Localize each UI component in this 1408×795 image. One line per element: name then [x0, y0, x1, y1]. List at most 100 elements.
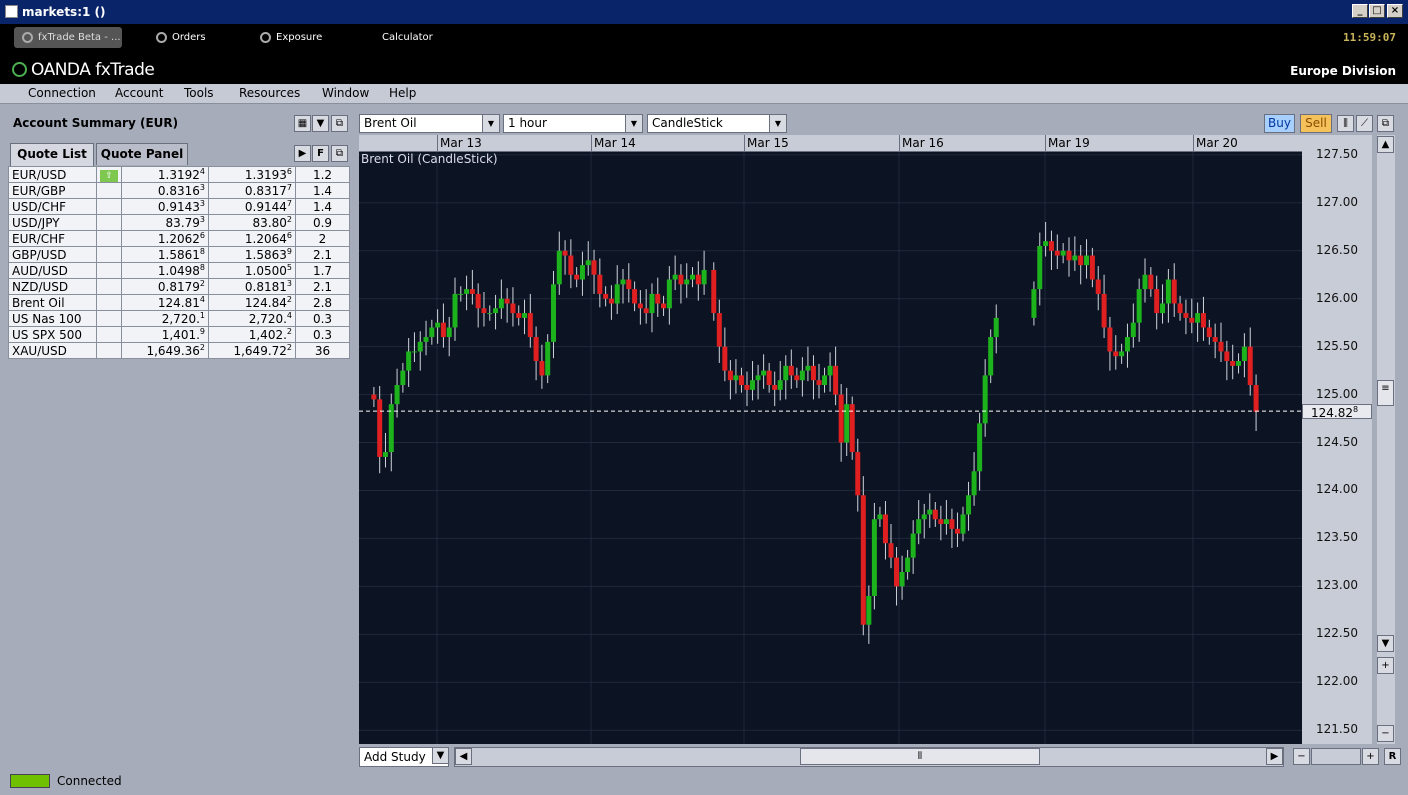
- scroll-left-icon[interactable]: ◀: [455, 748, 472, 765]
- candle: [1031, 281, 1037, 326]
- sell-button[interactable]: Sell: [1300, 114, 1332, 133]
- chevron-down-icon[interactable]: ▼: [312, 115, 329, 132]
- quote-ask[interactable]: 83.802: [208, 214, 296, 231]
- candle: [504, 288, 510, 323]
- menu-connection[interactable]: Connection: [28, 86, 96, 100]
- detach-window-icon[interactable]: ⧉: [331, 145, 348, 162]
- quote-row[interactable]: EUR/GBP 0.83163 0.83177 1.4: [8, 182, 350, 199]
- scroll-thumb[interactable]: ≡: [1377, 380, 1394, 406]
- quote-row[interactable]: USD/JPY 83.793 83.802 0.9: [8, 214, 350, 231]
- add-study-select[interactable]: Add Study ▼: [359, 747, 449, 767]
- quote-bid[interactable]: 1.20626: [121, 230, 209, 247]
- maximize-icon[interactable]: □: [1369, 4, 1385, 18]
- quote-bid[interactable]: 0.81792: [121, 278, 209, 295]
- tab-fxtrade[interactable]: fxTrade Beta - ...: [14, 27, 122, 48]
- bar-style-icon[interactable]: ⫼: [1337, 115, 1354, 132]
- arrow-up-icon: ⇧: [100, 170, 118, 182]
- menu-help[interactable]: Help: [389, 86, 416, 100]
- candle-body: [423, 337, 429, 342]
- detach-window-icon[interactable]: ⧉: [331, 115, 348, 132]
- quote-ask[interactable]: 1.58639: [208, 246, 296, 263]
- menu-account[interactable]: Account: [115, 86, 163, 100]
- f-button[interactable]: F: [312, 145, 329, 162]
- quote-row[interactable]: NZD/USD 0.81792 0.81813 2.1: [8, 278, 350, 295]
- tab-exposure[interactable]: Exposure: [252, 27, 322, 48]
- quote-bid[interactable]: 124.814: [121, 294, 209, 311]
- zoom-slider[interactable]: [1311, 748, 1361, 765]
- price-scrollbar[interactable]: ▲ ≡ ▼ + −: [1377, 135, 1395, 744]
- chart-type-select[interactable]: CandleStick ▼: [647, 114, 787, 133]
- quote-row[interactable]: AUD/USD 1.04988 1.05005 1.7: [8, 262, 350, 279]
- close-icon[interactable]: ×: [1387, 4, 1403, 18]
- quote-row[interactable]: GBP/USD 1.58618 1.58639 2.1: [8, 246, 350, 263]
- quote-ask[interactable]: 124.842: [208, 294, 296, 311]
- quote-bid[interactable]: 2,720.1: [121, 310, 209, 327]
- zoom-out-icon[interactable]: −: [1293, 748, 1310, 765]
- chevron-down-icon[interactable]: ▼: [432, 747, 449, 764]
- quote-row[interactable]: XAU/USD 1,649.362 1,649.722 36: [8, 342, 350, 359]
- quote-ask[interactable]: 1.05005: [208, 262, 296, 279]
- quote-ask[interactable]: 1,649.722: [208, 342, 296, 359]
- quote-bid[interactable]: 1,401.9: [121, 326, 209, 343]
- quote-ask[interactable]: 2,720.4: [208, 310, 296, 327]
- menu-resources[interactable]: Resources: [239, 86, 300, 100]
- quote-ask[interactable]: 0.81813: [208, 278, 296, 295]
- menu-window[interactable]: Window: [322, 86, 369, 100]
- tab-orders[interactable]: Orders: [148, 27, 206, 48]
- quote-bid[interactable]: 0.83163: [121, 182, 209, 199]
- reset-button[interactable]: R: [1384, 748, 1401, 765]
- quote-row[interactable]: US Nas 100 2,720.1 2,720.4 0.3: [8, 310, 350, 327]
- quote-row[interactable]: USD/CHF 0.91433 0.91447 1.4: [8, 198, 350, 215]
- tab-quote-list[interactable]: Quote List: [10, 143, 94, 166]
- bid-pip: 3: [199, 183, 205, 192]
- price-label: 126.50: [1316, 242, 1358, 257]
- candlestick-chart[interactable]: [359, 135, 1372, 744]
- interval-select[interactable]: 1 hour ▼: [503, 114, 643, 133]
- candle: [632, 281, 638, 312]
- quote-bid[interactable]: 1.58618: [121, 246, 209, 263]
- quote-bid[interactable]: 1,649.362: [121, 342, 209, 359]
- quote-row[interactable]: EUR/CHF 1.20626 1.20646 2: [8, 230, 350, 247]
- zoom-out-icon[interactable]: −: [1377, 725, 1394, 742]
- chevron-down-icon[interactable]: ▼: [482, 115, 499, 132]
- quote-row[interactable]: Brent Oil 124.814 124.842 2.8: [8, 294, 350, 311]
- quote-ask[interactable]: 1,402.2: [208, 326, 296, 343]
- tab-quote-panel[interactable]: Quote Panel: [96, 143, 188, 165]
- time-scrollbar[interactable]: ◀ ⦀ ▶: [454, 747, 1284, 767]
- quote-bid[interactable]: 1.31924: [121, 166, 209, 183]
- table-view-icon[interactable]: ▦: [294, 115, 311, 132]
- quote-ask[interactable]: 0.91447: [208, 198, 296, 215]
- candle: [469, 269, 475, 305]
- scroll-down-icon[interactable]: ▼: [1377, 635, 1394, 652]
- chevron-down-icon[interactable]: ▼: [625, 115, 642, 132]
- candle: [954, 512, 960, 548]
- scroll-thumb[interactable]: ⦀: [800, 748, 1040, 765]
- chart-area[interactable]: Mar 13 Mar 14 Mar 15 Mar 16 Mar 19 Mar 2…: [359, 135, 1372, 744]
- draw-line-icon[interactable]: ⟋: [1356, 115, 1373, 132]
- ask-pip: 6: [286, 231, 292, 240]
- buy-button[interactable]: Buy: [1264, 114, 1295, 133]
- quote-ask[interactable]: 1.31936: [208, 166, 296, 183]
- candle-body: [766, 370, 772, 386]
- chevron-down-icon[interactable]: ▼: [769, 115, 786, 132]
- menu-tools[interactable]: Tools: [184, 86, 214, 100]
- zoom-in-icon[interactable]: +: [1377, 657, 1394, 674]
- quote-bid[interactable]: 83.793: [121, 214, 209, 231]
- scroll-right-icon[interactable]: ▶: [1266, 748, 1283, 765]
- quote-bid[interactable]: 0.91433: [121, 198, 209, 215]
- zoom-in-icon[interactable]: +: [1362, 748, 1379, 765]
- quote-bid[interactable]: 1.04988: [121, 262, 209, 279]
- quote-row[interactable]: US SPX 500 1,401.9 1,402.2 0.3: [8, 326, 350, 343]
- ask-pip: 5: [286, 263, 292, 272]
- instrument-select[interactable]: Brent Oil ▼: [359, 114, 500, 133]
- quote-row[interactable]: EUR/USD ⇧ 1.31924 1.31936 1.2: [8, 166, 350, 183]
- quote-ask[interactable]: 1.20646: [208, 230, 296, 247]
- candle: [1095, 266, 1101, 311]
- scroll-up-icon[interactable]: ▲: [1377, 136, 1394, 153]
- play-icon[interactable]: ▶: [294, 145, 311, 162]
- tab-calculator[interactable]: Calculator: [358, 27, 433, 48]
- minimize-icon[interactable]: _: [1352, 4, 1368, 18]
- quote-ask[interactable]: 0.83177: [208, 182, 296, 199]
- candle-body: [1247, 346, 1253, 386]
- detach-window-icon[interactable]: ⧉: [1377, 115, 1394, 132]
